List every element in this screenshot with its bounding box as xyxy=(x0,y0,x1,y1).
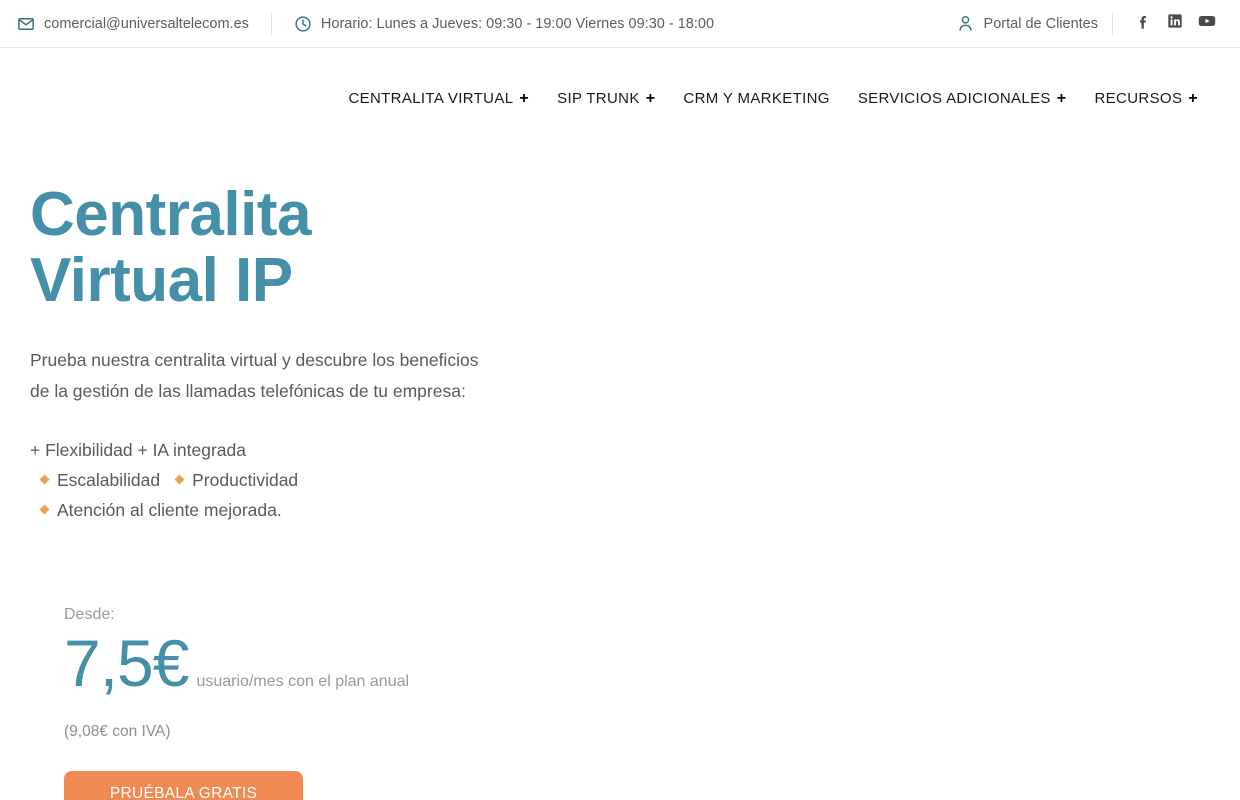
email-link[interactable]: comercial@universaltelecom.es xyxy=(17,15,249,33)
topbar-left-group: comercial@universaltelecom.es Horario: L… xyxy=(0,12,714,35)
plus-icon[interactable]: + xyxy=(1188,90,1198,107)
try-free-button[interactable]: PRUÉBALA GRATIS xyxy=(64,770,303,800)
mail-icon xyxy=(17,15,35,33)
nav-label: CRM Y MARKETING xyxy=(683,89,830,107)
email-text: comercial@universaltelecom.es xyxy=(44,15,249,32)
top-utility-bar: comercial@universaltelecom.es Horario: L… xyxy=(0,0,1240,48)
diamond-bullet-icon xyxy=(39,504,50,515)
price-row: 7,5€ usuario/mes con el plan anual xyxy=(64,630,1240,696)
plus-icon[interactable]: + xyxy=(646,90,656,107)
nav-label: SERVICIOS ADICIONALES xyxy=(857,89,1051,107)
diamond-bullet-icon xyxy=(39,474,50,485)
feature-text: + Flexibilidad + IA integrada xyxy=(30,439,246,460)
feature-text: Productividad xyxy=(192,469,299,490)
linkedin-icon xyxy=(1167,13,1183,34)
price-amount: 7,5€ xyxy=(64,625,189,700)
nav-label: RECURSOS xyxy=(1094,89,1183,107)
hero-description: Prueba nuestra centralita virtual y desc… xyxy=(30,350,479,401)
main-navigation-bar: CENTRALITA VIRTUAL + SIP TRUNK + CRM Y M… xyxy=(0,48,1240,148)
plus-icon[interactable]: + xyxy=(519,90,529,107)
nav-item-recursos[interactable]: RECURSOS + xyxy=(1080,90,1212,107)
pricing-block: Desde: 7,5€ usuario/mes con el plan anua… xyxy=(30,605,1240,800)
feature-text: Atención al cliente mejorada. xyxy=(57,499,282,520)
price-with-vat: (9,08€ con IVA) xyxy=(64,722,171,740)
clock-icon xyxy=(294,15,312,33)
topbar-right-group: Portal de Clientes xyxy=(956,11,1240,37)
social-links xyxy=(1127,11,1223,37)
youtube-link[interactable] xyxy=(1191,11,1223,37)
nav-menu: CENTRALITA VIRTUAL + SIP TRUNK + CRM Y M… xyxy=(334,90,1212,107)
linkedin-link[interactable] xyxy=(1159,11,1191,37)
feature-text: Escalabilidad xyxy=(57,469,161,490)
business-hours: Horario: Lunes a Jueves: 09:30 - 19:00 V… xyxy=(294,15,714,33)
price-from-label: Desde: xyxy=(64,605,115,623)
feature-line-1: + Flexibilidad + IA integrada xyxy=(30,435,1240,465)
user-icon xyxy=(956,14,975,33)
facebook-icon xyxy=(1135,13,1152,35)
hero-section: Centralita Virtual IP Prueba nuestra cen… xyxy=(0,148,1240,800)
topbar-divider-2 xyxy=(1112,12,1113,35)
site-logo[interactable] xyxy=(30,68,330,128)
topbar-divider-1 xyxy=(270,12,272,35)
nav-item-servicios-adicionales[interactable]: SERVICIOS ADICIONALES + xyxy=(844,90,1081,107)
feature-line-2: Escalabilidad Productividad xyxy=(30,465,1240,495)
business-hours-text: Horario: Lunes a Jueves: 09:30 - 19:00 V… xyxy=(320,15,715,32)
nav-label: SIP TRUNK xyxy=(557,89,640,107)
hero-feature-list: + Flexibilidad + IA integrada Escalabili… xyxy=(30,435,1240,525)
nav-item-centralita-virtual[interactable]: CENTRALITA VIRTUAL + xyxy=(334,90,543,107)
page-title: Centralita Virtual IP xyxy=(30,180,311,315)
diamond-bullet-icon xyxy=(174,474,185,485)
nav-label: CENTRALITA VIRTUAL xyxy=(348,89,514,107)
price-unit-label: usuario/mes con el plan anual xyxy=(196,672,410,690)
youtube-icon xyxy=(1197,11,1217,36)
client-portal-label: Portal de Clientes xyxy=(983,15,1098,32)
feature-line-3: Atención al cliente mejorada. xyxy=(30,495,1240,525)
plus-icon[interactable]: + xyxy=(1057,90,1067,107)
nav-item-crm-y-marketing[interactable]: CRM Y MARKETING xyxy=(669,90,843,107)
nav-item-sip-trunk[interactable]: SIP TRUNK + xyxy=(543,90,669,107)
client-portal-link[interactable]: Portal de Clientes xyxy=(956,14,1098,33)
facebook-link[interactable] xyxy=(1127,11,1159,37)
